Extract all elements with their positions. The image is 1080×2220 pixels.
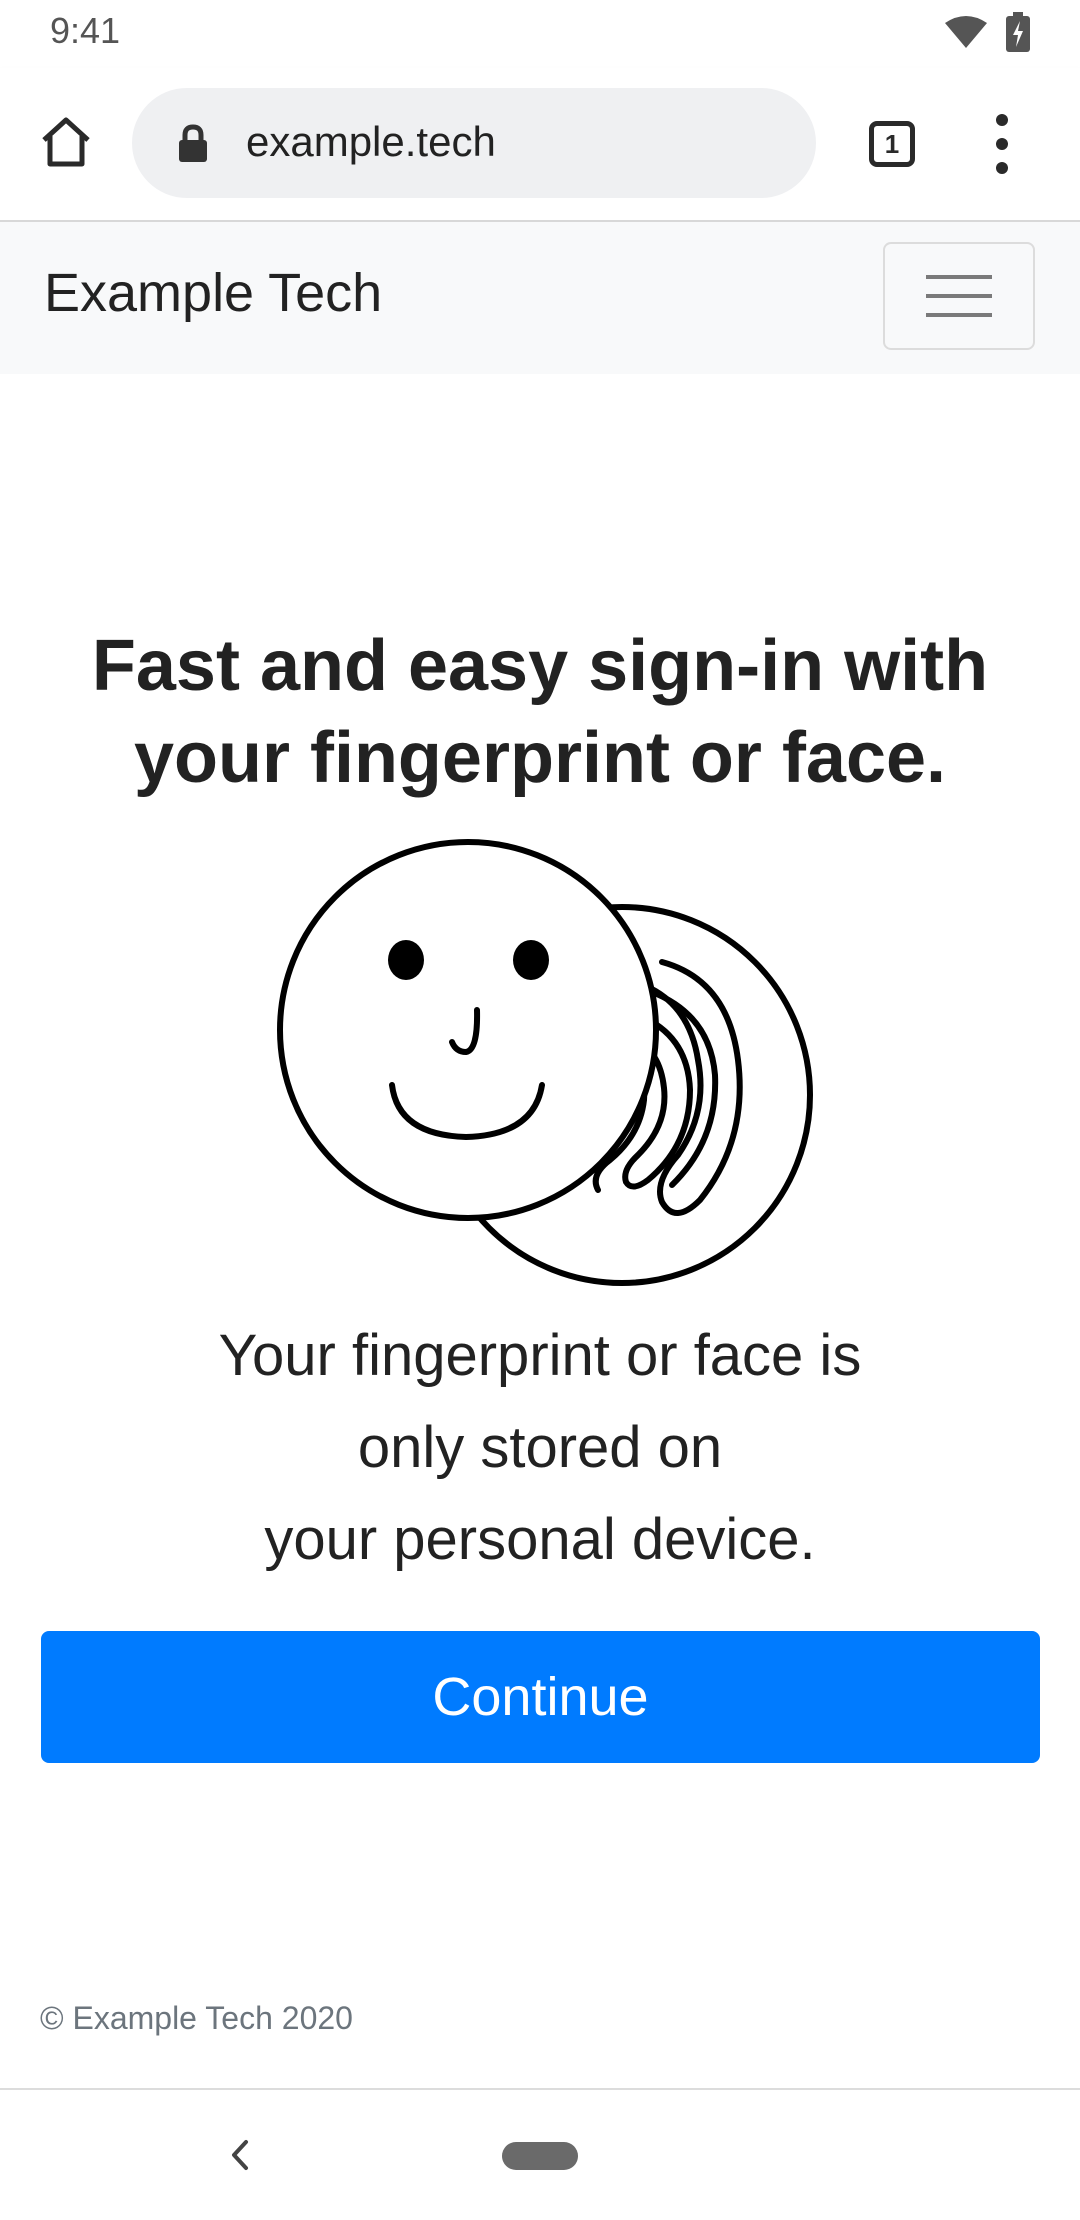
body-line: Your fingerprint or face is xyxy=(218,1323,862,1388)
hamburger-menu-icon xyxy=(926,294,992,298)
menu-dot xyxy=(996,138,1008,150)
body-line: your personal device. xyxy=(264,1507,816,1572)
home-pill-icon[interactable] xyxy=(502,2142,578,2170)
battery-charging-icon xyxy=(1006,12,1030,57)
menu-dot xyxy=(996,114,1008,126)
browser-toolbar: example.tech 1 xyxy=(0,68,1080,222)
hamburger-menu-icon xyxy=(926,313,992,317)
address-bar[interactable]: example.tech xyxy=(132,88,816,198)
tab-switcher-icon: 1 xyxy=(869,121,915,167)
status-icons xyxy=(944,12,1030,57)
navbar-toggler-button[interactable] xyxy=(883,242,1035,350)
back-icon[interactable] xyxy=(220,2130,260,2180)
navbar-brand[interactable]: Example Tech xyxy=(44,262,382,324)
more-vert-icon[interactable] xyxy=(980,114,1024,174)
page-headline: Fast and easy sign-in with your fingerpr… xyxy=(0,620,1080,804)
body-line: only stored on xyxy=(357,1415,723,1480)
url-text: example.tech xyxy=(246,118,496,165)
tab-count: 1 xyxy=(884,128,900,159)
face-fingerprint-illustration xyxy=(270,830,830,1300)
lock-icon xyxy=(176,124,210,164)
footer-copyright: © Example Tech 2020 xyxy=(40,2000,353,2036)
tab-switcher-button[interactable]: 1 xyxy=(864,116,920,172)
hamburger-menu-icon xyxy=(926,275,992,279)
headline-line: your fingerprint or face. xyxy=(133,718,947,798)
home-button[interactable] xyxy=(30,108,102,180)
continue-button[interactable]: Continue xyxy=(41,1631,1040,1763)
wifi-icon xyxy=(944,15,988,54)
status-bar: 9:41 xyxy=(0,0,1080,68)
body-text: Your fingerprint or face is only stored … xyxy=(0,1310,1080,1586)
headline-line: Fast and easy sign-in with xyxy=(91,626,989,706)
site-navbar: Example Tech xyxy=(0,222,1080,374)
system-nav-bar xyxy=(0,2090,1080,2220)
status-time: 9:41 xyxy=(50,10,121,51)
home-icon xyxy=(38,116,94,173)
menu-dot xyxy=(996,162,1008,174)
